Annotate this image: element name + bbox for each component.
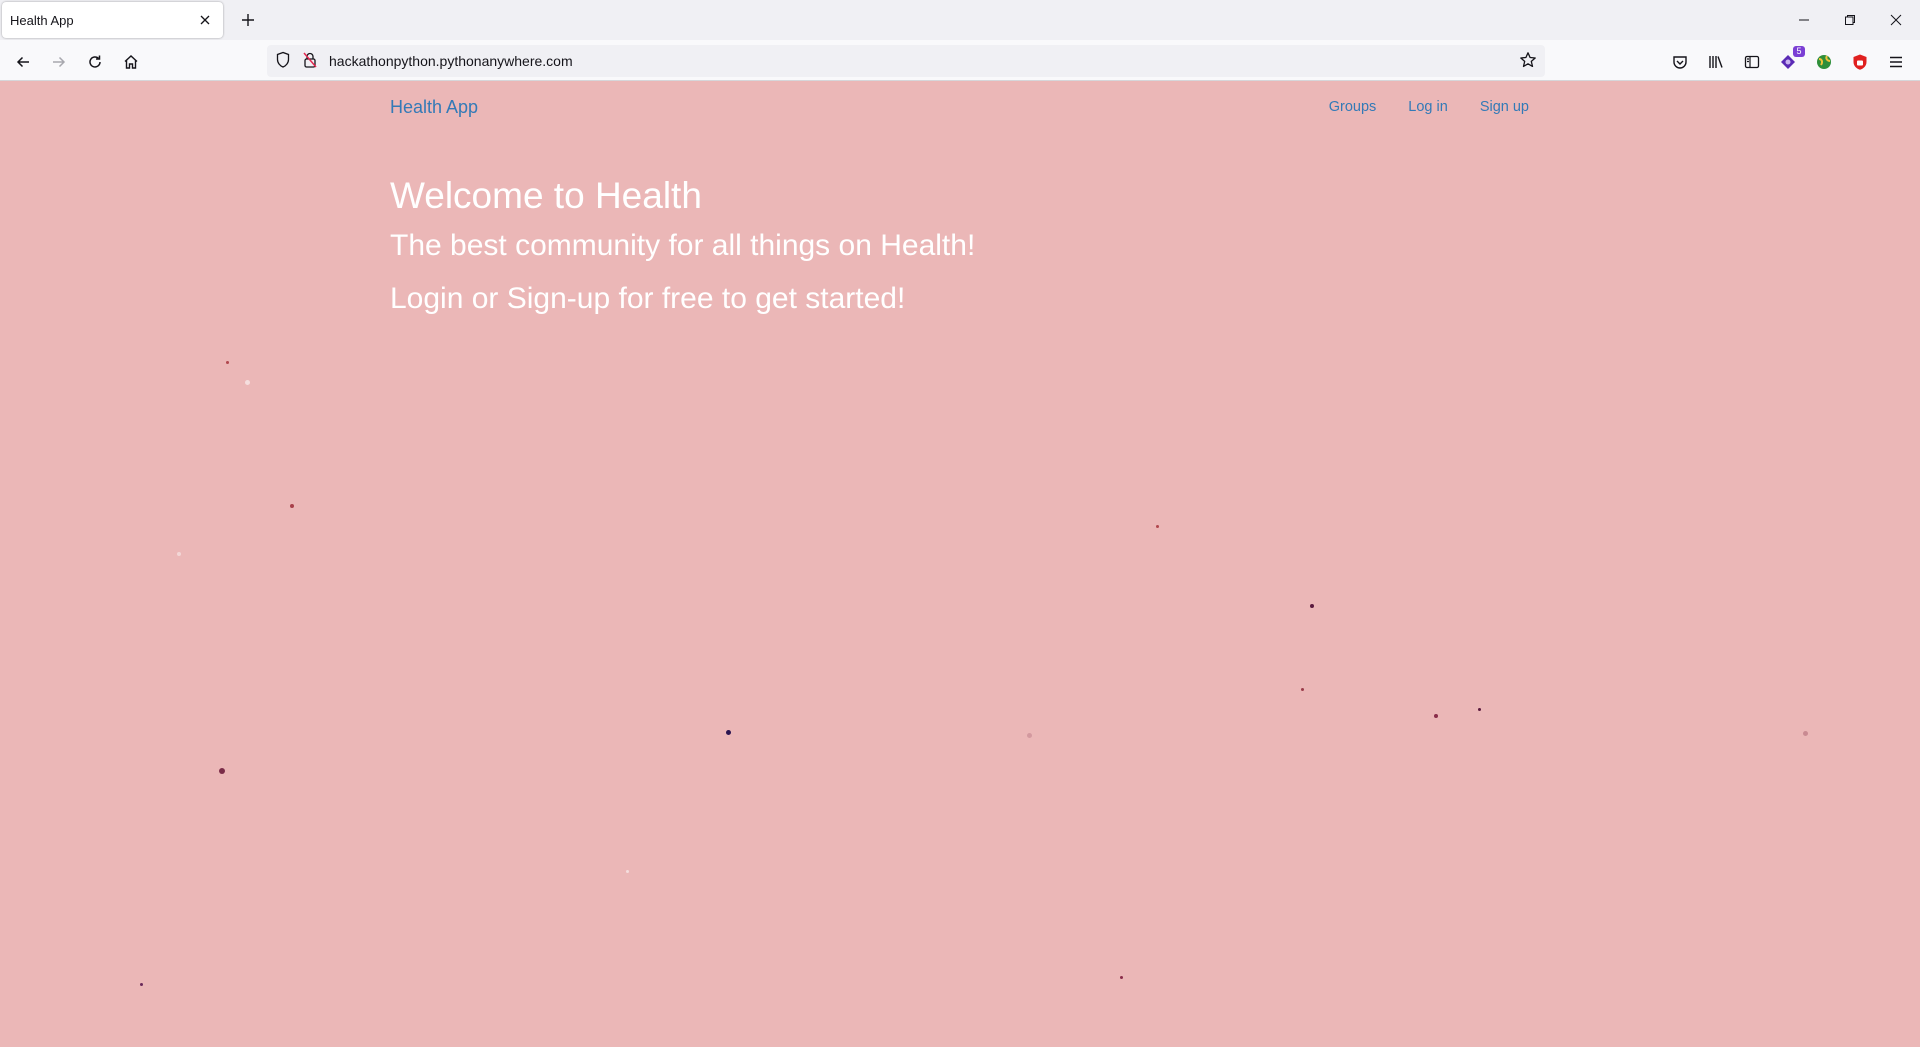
forward-icon[interactable] — [45, 48, 73, 76]
particle-dot — [626, 870, 629, 873]
pocket-icon[interactable] — [1666, 48, 1694, 76]
new-tab-icon[interactable] — [236, 8, 260, 32]
restore-icon[interactable] — [1827, 0, 1873, 40]
home-icon[interactable] — [117, 48, 145, 76]
library-icon[interactable] — [1702, 48, 1730, 76]
particle-dot — [1027, 733, 1032, 738]
navigation-toolbar: hackathonpython.pythonanywhere.com 5 — [0, 40, 1920, 81]
tab-title: Health App — [10, 12, 74, 28]
insecure-lock-icon[interactable] — [302, 51, 318, 74]
tab-health-app[interactable]: Health App — [2, 2, 223, 38]
close-window-icon[interactable] — [1873, 0, 1919, 40]
menu-icon[interactable] — [1882, 48, 1910, 76]
particle-dot — [726, 730, 731, 735]
page-content: Health App Groups Log in Sign up Welcome… — [0, 82, 1920, 1047]
reload-icon[interactable] — [81, 48, 109, 76]
sidebar-icon[interactable] — [1738, 48, 1766, 76]
particle-dot — [1478, 708, 1481, 711]
close-tab-icon[interactable] — [195, 10, 215, 30]
welcome-heading: Welcome to Health — [390, 175, 702, 216]
particle-dot — [290, 504, 294, 508]
particle-dot — [1310, 604, 1314, 608]
site-nav: Groups Log in Sign up — [1329, 99, 1529, 115]
globe-extension-icon[interactable] — [1810, 48, 1838, 76]
tagline: The best community for all things on Hea… — [390, 228, 976, 262]
cta-text: Login or Sign-up for free to get started… — [390, 281, 906, 315]
nav-groups-link[interactable]: Groups — [1329, 99, 1377, 115]
particle-dot — [1301, 688, 1304, 691]
particle-dot — [1120, 976, 1123, 979]
particle-dot — [140, 983, 143, 986]
nav-signup-link[interactable]: Sign up — [1480, 99, 1529, 115]
hero-section: Welcome to Health The best community for… — [390, 175, 976, 335]
address-bar[interactable]: hackathonpython.pythonanywhere.com — [267, 45, 1545, 77]
particle-dot — [245, 380, 250, 385]
shield-extension-icon[interactable] — [1846, 48, 1874, 76]
particle-dot — [219, 768, 225, 774]
particle-dot — [177, 552, 181, 556]
particle-dot — [1434, 714, 1438, 718]
extension-badge: 5 — [1793, 46, 1805, 57]
particle-dot — [1803, 731, 1808, 736]
bookmark-star-icon[interactable] — [1519, 51, 1537, 74]
nav-login-link[interactable]: Log in — [1408, 99, 1448, 115]
url-text[interactable]: hackathonpython.pythonanywhere.com — [329, 53, 573, 69]
tracking-shield-icon[interactable] — [275, 51, 291, 74]
back-icon[interactable] — [9, 48, 37, 76]
particle-dot — [1156, 525, 1159, 528]
brand-link[interactable]: Health App — [390, 97, 478, 118]
minimize-icon[interactable] — [1781, 0, 1827, 40]
particle-dot — [226, 361, 229, 364]
tab-strip: Health App — [0, 0, 1920, 40]
extension-puzzle-icon[interactable]: 5 — [1774, 46, 1805, 76]
